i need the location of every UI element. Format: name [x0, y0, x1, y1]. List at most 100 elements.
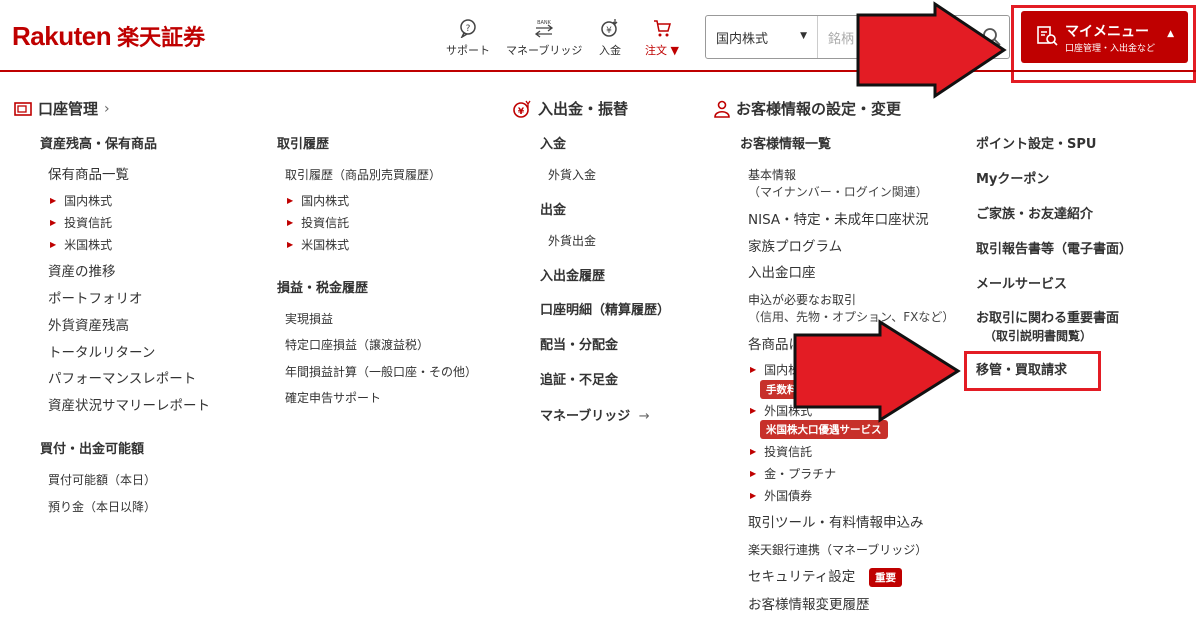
history-investment-trust-link[interactable]: ▶ 投資信託: [287, 216, 349, 230]
logo-jp: 楽天証券: [117, 26, 206, 51]
triangle-right-icon: ▶: [287, 196, 294, 205]
realized-pnl-link[interactable]: 実現損益: [285, 312, 333, 326]
link-label: 国内株式: [64, 194, 113, 208]
settings-foreign-stock-link[interactable]: ▶ 外国株式: [750, 404, 812, 418]
link-label: 国内株式: [301, 194, 350, 208]
margin-call-heading[interactable]: 追証・不足金: [540, 373, 618, 389]
holdings-investment-trust-link[interactable]: ▶ 投資信託: [50, 216, 112, 230]
triangle-right-icon: ▶: [750, 365, 757, 374]
search-input[interactable]: 銘柄: [828, 28, 854, 47]
search-category-select[interactable]: 国内株式 ▼: [706, 16, 818, 58]
account-management-heading-label: 口座管理: [38, 100, 99, 118]
trade-history-heading[interactable]: 取引履歴: [277, 137, 329, 153]
stock-search: 国内株式 ▼ 銘柄: [705, 15, 1010, 59]
arrow-right-icon: →: [638, 409, 650, 424]
triangle-right-icon: ▶: [750, 447, 757, 456]
trading-tools-link[interactable]: 取引ツール・有料情報申込み: [748, 515, 924, 531]
points-spu-link[interactable]: ポイント設定・SPU: [976, 137, 1096, 153]
basic-info-link[interactable]: 基本情報: [748, 168, 796, 182]
product-settings-link[interactable]: 各商品に関する設定: [748, 337, 870, 353]
triangle-right-icon: ▶: [50, 218, 57, 227]
basic-info-note: （マイナンバー・ログイン関連）: [748, 185, 928, 199]
deposit-history-heading[interactable]: 入出金履歴: [540, 269, 605, 285]
fx-deposit-link[interactable]: 外貨入金: [548, 168, 596, 182]
tax-return-support-link[interactable]: 確定申告サポート: [285, 391, 381, 405]
deposit-account-link[interactable]: 入出金口座: [748, 265, 816, 281]
search-icon[interactable]: [981, 26, 1003, 48]
mail-service-link[interactable]: メールサービス: [976, 277, 1067, 293]
important-docs-link[interactable]: お取引に関わる重要書面: [976, 311, 1119, 327]
nav-support[interactable]: ? サポート: [446, 18, 490, 58]
annual-pnl-link[interactable]: 年間損益計算（一般口座・その他）: [285, 365, 477, 379]
transfer-request-annotation-box: [964, 351, 1101, 391]
account-statement-heading[interactable]: 口座明細（精算履歴）: [540, 303, 670, 319]
account-management-heading[interactable]: 口座管理 ›: [14, 98, 110, 119]
yen-deposit-icon: ¥: [601, 19, 618, 37]
portfolio-link[interactable]: ポートフォリオ: [48, 291, 143, 307]
rakuten-bank-link[interactable]: 楽天銀行連携（マネーブリッジ）: [748, 543, 927, 557]
us-stock-service-badge[interactable]: 米国株大口優遇サービス: [760, 420, 888, 439]
settings-domestic-stock-link[interactable]: ▶ 国内株式: [750, 363, 812, 377]
triangle-right-icon: ▶: [287, 218, 294, 227]
dividend-heading[interactable]: 配当・分配金: [540, 338, 618, 354]
holdings-heading[interactable]: 資産残高・保有商品: [40, 137, 157, 153]
report-docs-link[interactable]: 取引報告書等（電子書面）: [976, 242, 1132, 258]
link-label: 外国債券: [764, 489, 813, 503]
important-badge: 重要: [869, 568, 902, 587]
fx-withdraw-link[interactable]: 外貨出金: [548, 234, 596, 248]
history-us-stock-link[interactable]: ▶ 米国株式: [287, 238, 349, 252]
fx-balance-link[interactable]: 外貨資産残高: [48, 318, 129, 334]
svg-text:¥: ¥: [606, 26, 612, 36]
deposit-heading[interactable]: 入金: [540, 137, 566, 153]
withdraw-heading[interactable]: 出金: [540, 203, 566, 219]
my-coupon-link[interactable]: Myクーポン: [976, 172, 1049, 188]
total-return-link[interactable]: トータルリターン: [48, 345, 155, 361]
holdings-domestic-stock-link[interactable]: ▶ 国内株式: [50, 194, 112, 208]
fee-course-badge[interactable]: 手数料コース: [760, 380, 835, 399]
link-label: 米国株式: [301, 238, 350, 252]
nav-deposit[interactable]: ¥ 入金: [599, 18, 621, 58]
triangle-right-icon: ▶: [750, 491, 757, 500]
nisa-status-link[interactable]: NISA・特定・未成年口座状況: [748, 212, 929, 228]
settings-gold-platinum-link[interactable]: ▶ 金・プラチナ: [750, 467, 836, 481]
buying-power-today-link[interactable]: 買付可能額（本日）: [48, 473, 156, 487]
yen-coin-icon: ¥: [513, 100, 531, 118]
triangle-right-icon: ▶: [750, 406, 757, 415]
money-bridge-link[interactable]: マネーブリッジ →: [540, 409, 650, 425]
nav-order-label: 注文 ▼: [645, 44, 679, 57]
nav-deposit-label: 入金: [599, 44, 621, 57]
asset-summary-report-link[interactable]: 資産状況サマリーレポート: [48, 398, 210, 414]
svg-text:BANK: BANK: [537, 20, 552, 26]
history-domestic-stock-link[interactable]: ▶ 国内株式: [287, 194, 349, 208]
nav-order[interactable]: 注文 ▼: [645, 18, 679, 58]
customer-info-list-heading[interactable]: お客様情報一覧: [740, 137, 831, 153]
link-label: 金・プラチナ: [764, 467, 837, 481]
triangle-right-icon: ▶: [50, 240, 57, 249]
buying-power-heading[interactable]: 買付・出金可能額: [40, 442, 144, 458]
specific-account-pnl-link[interactable]: 特定口座損益（譲渡益税）: [285, 338, 429, 352]
settings-investment-trust-link[interactable]: ▶ 投資信託: [750, 445, 812, 459]
pnl-tax-heading[interactable]: 損益・税金履歴: [277, 281, 368, 297]
application-required-link[interactable]: 申込が必要なお取引: [748, 293, 856, 307]
rakuten-securities-logo[interactable]: Rakuten 楽天証券: [12, 20, 205, 52]
security-settings-link[interactable]: セキュリティ設定: [748, 569, 855, 585]
nav-money-bridge[interactable]: BANK マネーブリッジ: [506, 18, 582, 58]
family-program-link[interactable]: 家族プログラム: [748, 239, 842, 255]
performance-report-link[interactable]: パフォーマンスレポート: [48, 371, 196, 387]
holdings-us-stock-link[interactable]: ▶ 米国株式: [50, 238, 112, 252]
link-label: 投資信託: [764, 445, 813, 459]
settings-foreign-bonds-link[interactable]: ▶ 外国債券: [750, 489, 812, 503]
link-label: 投資信託: [64, 216, 113, 230]
chevron-right-icon: ›: [104, 100, 110, 117]
support-icon: ?: [460, 19, 476, 38]
asset-trend-link[interactable]: 資産の推移: [48, 264, 116, 280]
svg-text:?: ?: [466, 24, 471, 34]
family-referral-link[interactable]: ご家族・お友達紹介: [976, 207, 1093, 223]
header-divider: [0, 70, 1196, 72]
change-history-link[interactable]: お客様情報変更履歴: [748, 597, 870, 613]
holdings-list-link[interactable]: 保有商品一覧: [48, 167, 129, 183]
trade-history-detail-link[interactable]: 取引履歴（商品別売買履歴）: [285, 168, 441, 182]
global-header: Rakuten 楽天証券 ? サポート BANK マネーブリッジ ¥ 入金 注文…: [0, 0, 1196, 83]
application-required-note: （信用、先物・オプション、FXなど）: [748, 310, 955, 324]
deposit-after-today-link[interactable]: 預り金（本日以降）: [48, 500, 156, 514]
